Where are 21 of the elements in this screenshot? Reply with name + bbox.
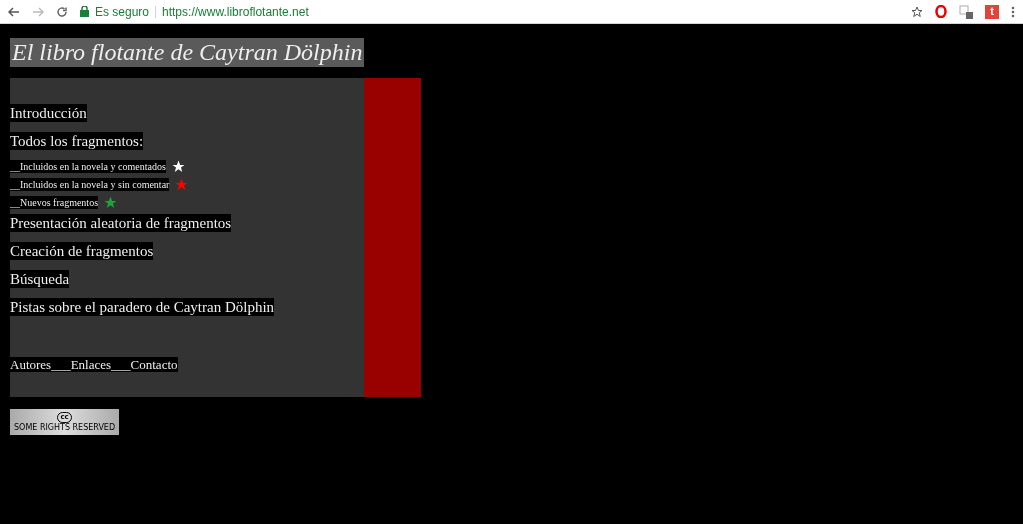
reload-icon[interactable]: [56, 5, 68, 18]
extension-icon[interactable]: t: [985, 4, 999, 19]
bookmark-star-icon[interactable]: [911, 5, 923, 18]
footer-links[interactable]: Autores___Enlaces___Contacto: [10, 357, 178, 372]
lock-icon: [80, 6, 89, 17]
back-icon[interactable]: [8, 6, 20, 17]
menu-link[interactable]: Todos los fragmentos:: [10, 132, 144, 150]
menu-sublink[interactable]: __Incluidos en la novela y sin comentar: [10, 178, 170, 191]
url-field[interactable]: https://www.libroflotante.net: [162, 2, 309, 21]
menu-link[interactable]: Creación de fragmentos: [10, 242, 154, 260]
security-label: Es seguro: [95, 3, 150, 21]
menu-link[interactable]: Presentación aleatoria de fragmentos: [10, 214, 232, 232]
menu-sublink[interactable]: __Incluidos en la novela y comentados: [10, 160, 166, 173]
menu-link[interactable]: Búsqueda: [10, 270, 70, 288]
site-title: El libro flotante de Caytran Dölphin: [10, 38, 365, 67]
license-text: SOME RIGHTS RESERVED: [14, 422, 116, 433]
menu-link[interactable]: Introducción: [10, 104, 87, 122]
menu-icon[interactable]: [1011, 5, 1015, 18]
menu-sublink[interactable]: __Nuevos fragmentos: [10, 196, 99, 209]
ring-icon[interactable]: [935, 5, 947, 18]
menu-link[interactable]: Pistas sobre el paradero de Caytran Dölphin: [10, 298, 275, 316]
